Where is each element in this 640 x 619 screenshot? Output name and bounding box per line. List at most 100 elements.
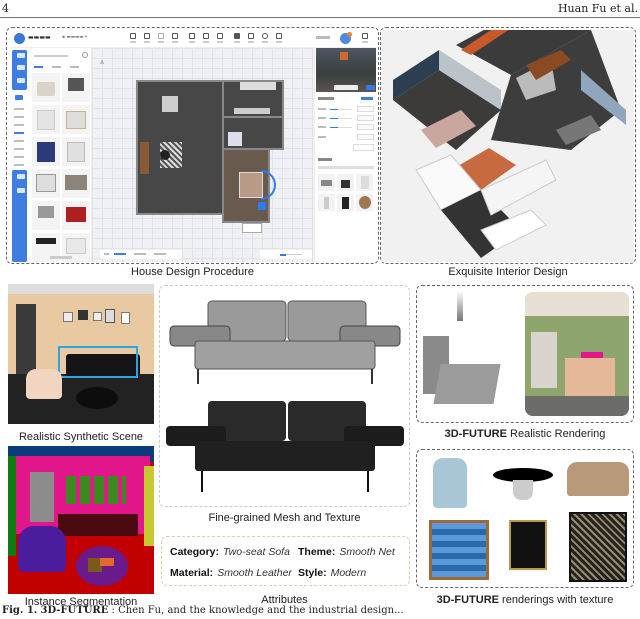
depth-slider[interactable]: [318, 115, 374, 121]
recommend-item[interactable]: [318, 194, 335, 211]
properties-panel: [314, 48, 376, 262]
toolbar-share-icon[interactable]: [274, 33, 284, 45]
toolbar-view-icon[interactable]: [215, 33, 225, 45]
reset-size-button[interactable]: [353, 144, 374, 151]
table-base: [513, 480, 533, 500]
page-number: 4: [2, 2, 9, 15]
toolbar-undo-icon[interactable]: [156, 33, 166, 45]
catalog-item[interactable]: [32, 73, 60, 102]
view-mode-bar[interactable]: [100, 250, 182, 259]
floorplan-canvas[interactable]: ⩓: [92, 48, 314, 262]
floorplan-balcony: [242, 223, 262, 233]
catalog-item[interactable]: [62, 105, 90, 134]
isometric-render: [381, 30, 634, 262]
running-authors: Huan Fu et al.: [557, 2, 638, 15]
app-toolbar: ▬▬▬▬ ▪ ▬▬▬▬ ▾: [10, 30, 376, 48]
coffee-table: [76, 387, 118, 409]
app-brand: ▬▬▬▬: [28, 34, 51, 41]
blue-armchair: [433, 458, 467, 508]
attributes-box: Category: Two-seat Sofa Theme: Smooth Net …: [161, 536, 410, 586]
preview-toggle[interactable]: [366, 85, 375, 90]
nav-item-icon[interactable]: [15, 95, 23, 100]
floorplan-bedroom: [222, 148, 283, 223]
catalog-filters[interactable]: [34, 64, 88, 70]
compass-icon: ⩓: [100, 58, 104, 66]
catalog-item[interactable]: [32, 201, 60, 230]
panel-title: [318, 97, 334, 100]
project-selector[interactable]: ▪ ▬▬▬▬ ▾: [62, 35, 87, 40]
toolbar-save-icon[interactable]: [142, 33, 152, 45]
recommend-item[interactable]: [356, 174, 373, 191]
toolbar-tool-icon[interactable]: [232, 33, 242, 45]
rendering-frame: [416, 285, 634, 423]
width-slider[interactable]: [318, 106, 374, 112]
selection-box: [58, 346, 138, 378]
attr-category: Category: Two-seat Sofa: [170, 546, 290, 558]
classic-sofa: [567, 462, 629, 496]
mesh-frame: [159, 285, 410, 507]
search-icon[interactable]: [82, 52, 88, 58]
floorplan-bathroom: [222, 116, 284, 150]
seg-armchair: [18, 526, 66, 572]
toolbar-tool-icon[interactable]: [201, 33, 211, 45]
height-slider[interactable]: [318, 124, 374, 130]
preview-button[interactable]: [334, 85, 358, 90]
help-menu[interactable]: [316, 36, 330, 39]
recommend-item[interactable]: [337, 194, 354, 211]
figure-caption: Fig. 1. 3D-FUTURE : Chen Fu, and the kno…: [2, 605, 404, 616]
user-avatar[interactable]: [340, 32, 352, 44]
zoom-control[interactable]: [260, 250, 312, 259]
attr-material: Material: Smooth Leather: [170, 567, 292, 579]
panel-link[interactable]: [361, 97, 373, 100]
toolbar-render-icon[interactable]: [260, 33, 270, 45]
house-design-caption: House Design Procedure: [131, 266, 254, 278]
catalog-item[interactable]: [32, 137, 60, 166]
recommend-item[interactable]: [356, 194, 373, 211]
sofa-renders: [166, 300, 404, 492]
isometric-house: [393, 30, 626, 258]
catalog-item[interactable]: [62, 201, 90, 230]
app-logo-icon: [14, 33, 25, 44]
bookshelf: [16, 304, 36, 374]
seg-shelf: [30, 472, 54, 522]
attr-theme: Theme: Smooth Net: [298, 546, 395, 558]
recommend-item[interactable]: [337, 174, 354, 191]
seg-frames: [66, 476, 126, 504]
toolbar-redo-icon[interactable]: [170, 33, 180, 45]
attr-style: Style: Modern: [298, 567, 367, 579]
toolbar-export-icon[interactable]: [246, 33, 256, 45]
3d-preview[interactable]: [316, 48, 376, 92]
armchair: [26, 369, 62, 399]
floorplan-kitchen: [222, 80, 284, 118]
catalog-item[interactable]: [62, 73, 90, 102]
elevation-field[interactable]: [318, 134, 374, 140]
catalog-item[interactable]: [62, 169, 90, 198]
catalog-item[interactable]: [32, 105, 60, 134]
catalog-item[interactable]: [32, 169, 60, 198]
mesh-caption: Fine-grained Mesh and Texture: [208, 512, 361, 524]
catalog-search[interactable]: [34, 52, 88, 60]
seg-sofa: [58, 514, 138, 536]
catalog-pagination[interactable]: [50, 256, 72, 259]
header-rule: [0, 17, 640, 18]
model-catalog: [30, 48, 92, 262]
bunk-bed: [429, 520, 489, 580]
ornate-cabinet: [509, 520, 547, 570]
wireframe-sofa: [169, 300, 401, 384]
recommend-title: [318, 158, 332, 161]
grey-bed: [433, 364, 501, 404]
seg-rug: [76, 546, 128, 586]
toolbar-menu-icon[interactable]: [360, 33, 370, 45]
grey-chandelier: [457, 291, 463, 321]
rendering-caption: 3D-FUTURE Realistic Rendering: [444, 428, 606, 440]
recommend-item[interactable]: [318, 174, 335, 191]
toolbar-file-icon[interactable]: [128, 33, 138, 45]
nav-group-secondary[interactable]: [12, 170, 27, 262]
toolbar-tool-icon[interactable]: [187, 33, 197, 45]
interior-caption: Exquisite Interior Design: [448, 266, 568, 278]
textured-sofa: [166, 401, 404, 492]
catalog-item[interactable]: [62, 137, 90, 166]
nav-group-primary[interactable]: [12, 50, 27, 90]
recommend-tabs[interactable]: [318, 166, 374, 169]
segmentation-image: [8, 446, 154, 594]
